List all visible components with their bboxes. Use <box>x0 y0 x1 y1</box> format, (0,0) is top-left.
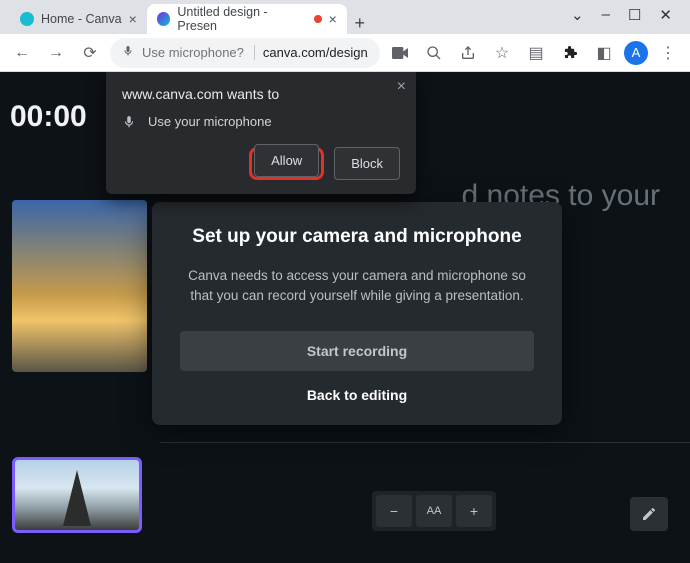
timeline-divider <box>160 442 690 443</box>
tab-home-canva[interactable]: Home - Canva × <box>10 4 147 34</box>
allow-button[interactable]: Allow <box>254 144 319 177</box>
menu-button[interactable]: ⋮ <box>654 39 682 67</box>
mic-icon <box>122 45 134 60</box>
decrease-text-button[interactable]: − <box>376 495 412 527</box>
permission-title: www.canva.com wants to <box>122 86 400 102</box>
browser-toolbar: ← → ⟳ Use microphone? canva.com/design/D… <box>0 34 690 72</box>
permission-item: Use your microphone <box>122 114 400 129</box>
reload-button[interactable]: ⟳ <box>76 39 104 67</box>
camera-icon[interactable] <box>386 39 414 67</box>
browser-titlebar: Home - Canva × Untitled design - Presen … <box>0 0 690 34</box>
close-tab-icon[interactable]: × <box>329 11 337 27</box>
canva-favicon <box>157 12 171 26</box>
increase-text-button[interactable]: + <box>456 495 492 527</box>
start-recording-button[interactable]: Start recording <box>180 331 534 371</box>
permission-item-label: Use your microphone <box>148 114 272 129</box>
tab-untitled-design[interactable]: Untitled design - Presen × <box>147 4 347 34</box>
permission-prompt: × www.canva.com wants to Use your microp… <box>106 72 416 194</box>
back-button[interactable]: ← <box>8 39 36 67</box>
address-bar[interactable]: Use microphone? canva.com/design/DA… <box>110 38 380 68</box>
bookmark-star-icon[interactable]: ☆ <box>488 39 516 67</box>
text-size-indicator: AA <box>416 495 452 527</box>
extensions-icon[interactable] <box>556 39 584 67</box>
window-controls: ⌄ – ☐ ✕ <box>571 0 690 24</box>
new-tab-button[interactable]: + <box>347 13 373 34</box>
tab-strip: Home - Canva × Untitled design - Presen … <box>0 0 373 34</box>
text-size-controls: − AA + <box>372 491 496 531</box>
close-permission-icon[interactable]: × <box>397 78 406 96</box>
back-to-editing-link[interactable]: Back to editing <box>180 387 534 403</box>
allow-highlight: Allow <box>249 147 324 180</box>
setup-modal: Set up your camera and microphone Canva … <box>152 202 562 425</box>
tab-label: Home - Canva <box>41 12 122 26</box>
modal-heading: Set up your camera and microphone <box>180 226 534 248</box>
eiffel-tower-icon <box>63 470 91 526</box>
permission-hint: Use microphone? <box>142 45 255 60</box>
recording-indicator-icon <box>314 15 322 23</box>
block-button[interactable]: Block <box>334 147 400 180</box>
reader-icon[interactable]: ▤ <box>522 39 550 67</box>
maximize-button[interactable]: ☐ <box>628 6 641 24</box>
permission-buttons: Allow Block <box>122 147 400 180</box>
profile-avatar[interactable]: A <box>624 41 648 65</box>
zoom-icon[interactable] <box>420 39 448 67</box>
window-chevron-icon[interactable]: ⌄ <box>571 6 584 24</box>
minimize-button[interactable]: – <box>602 6 610 24</box>
close-window-button[interactable]: ✕ <box>659 6 672 24</box>
recording-timer: 00:00 <box>10 100 87 134</box>
pencil-icon <box>641 506 657 522</box>
canva-app: 00:00 d notes to your sign − AA + Set up… <box>0 72 690 563</box>
modal-body: Canva needs to access your camera and mi… <box>180 266 534 307</box>
tab-label: Untitled design - Presen <box>177 5 306 33</box>
forward-button[interactable]: → <box>42 39 70 67</box>
slide-preview[interactable] <box>12 200 147 372</box>
sidepanel-icon[interactable]: ◧ <box>590 39 618 67</box>
share-icon[interactable] <box>454 39 482 67</box>
microphone-icon <box>122 115 136 129</box>
filmstrip-thumb[interactable] <box>12 457 142 533</box>
url-text: canva.com/design/DA… <box>263 45 368 60</box>
close-tab-icon[interactable]: × <box>129 11 137 27</box>
edit-button[interactable] <box>630 497 668 531</box>
canva-favicon <box>20 12 34 26</box>
